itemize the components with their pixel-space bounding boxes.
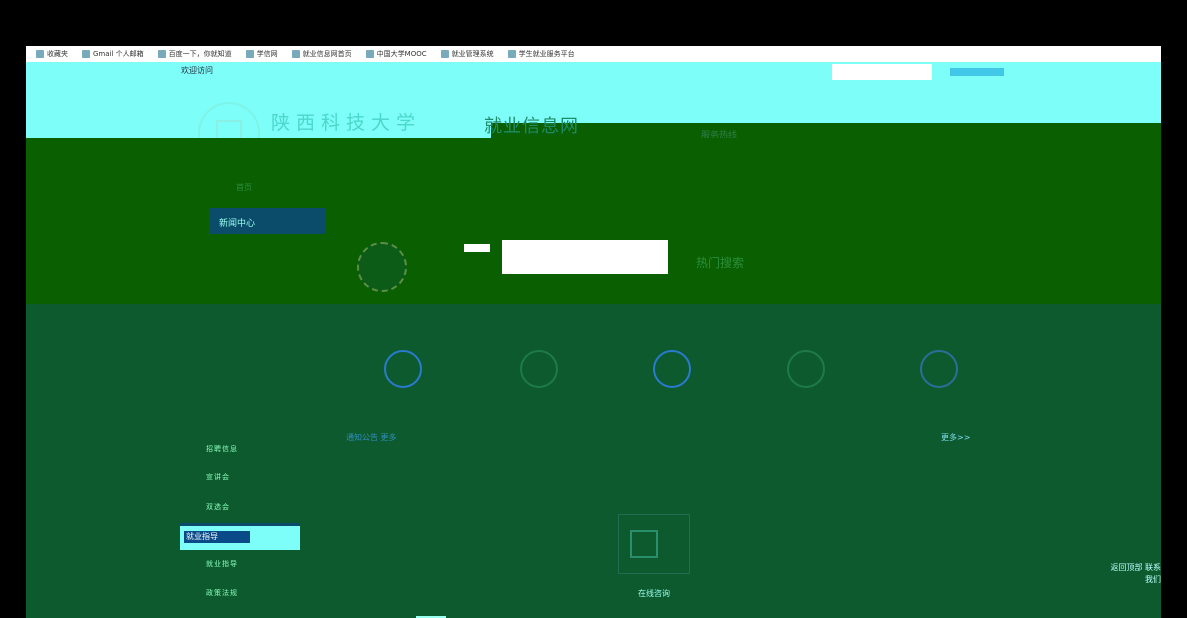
bookmark-icon: [245, 50, 254, 58]
bookmark-item[interactable]: 就业管理系统: [440, 49, 494, 59]
sidebar-item-policy[interactable]: 政策法规: [206, 588, 238, 598]
bookmark-item[interactable]: 就业信息网首页: [291, 49, 352, 59]
search-category-select[interactable]: [464, 244, 490, 252]
sidebar-active-tag[interactable]: 就业指导: [184, 531, 250, 543]
welcome-text: 欢迎访问: [181, 66, 213, 75]
hot-search-label: 热门搜索: [696, 256, 745, 270]
back-to-top-link[interactable]: 返回顶部 联系我们: [1104, 562, 1161, 586]
service-circle-icon[interactable]: [384, 350, 422, 388]
more-link[interactable]: 更多>>: [941, 432, 970, 443]
top-link[interactable]: [950, 68, 1004, 76]
header-underbar: [491, 123, 1161, 138]
bookmark-item[interactable]: 学信网: [245, 49, 278, 59]
bookmark-item[interactable]: 收藏夹: [36, 49, 68, 59]
browser-title-bar: [0, 0, 1187, 46]
service-circle-icon[interactable]: [920, 350, 958, 388]
search-input[interactable]: [502, 240, 668, 274]
sidebar-item-talk[interactable]: 宣讲会: [206, 472, 230, 482]
sidebar-item-fair[interactable]: 双选会: [206, 502, 230, 512]
bookmark-icon: [36, 50, 44, 58]
bookmark-item[interactable]: Gmail 个人邮箱: [82, 49, 144, 59]
bookmark-icon: [365, 50, 374, 58]
bookmark-icon: [291, 50, 300, 58]
bookmarks-bar: 收藏夹 Gmail 个人邮箱 百度一下，你就知道 学信网 就业信息网首页 中国大…: [26, 46, 1161, 62]
service-circle-icon[interactable]: [520, 350, 558, 388]
emblem-icon: [357, 242, 407, 292]
content-area: [26, 304, 1161, 618]
bookmark-item[interactable]: 学生就业服务平台: [507, 49, 575, 59]
school-name: 陕西科技大学: [271, 112, 422, 134]
nav-news-button[interactable]: 新闻中心: [209, 208, 326, 234]
bookmark-icon: [507, 50, 516, 58]
bookmark-item[interactable]: 百度一下，你就知道: [157, 49, 232, 59]
chat-icon: [630, 530, 658, 558]
consult-label[interactable]: 在线咨询: [638, 588, 670, 599]
sidebar-item-guide[interactable]: 就业指导: [206, 559, 238, 569]
service-circle-icon[interactable]: [653, 350, 691, 388]
bookmark-icon: [82, 50, 90, 58]
web-page: 欢迎访问 陕西科技大学 就业信息网 服务热线 首页 新闻中心 热门搜索 通知公告…: [26, 62, 1161, 618]
bookmark-item[interactable]: 中国大学MOOC: [365, 49, 427, 59]
hero-banner: [26, 138, 1161, 304]
service-circle-icon[interactable]: [787, 350, 825, 388]
news-section-link[interactable]: 通知公告 更多: [346, 432, 397, 443]
nav-home[interactable]: 首页: [236, 182, 252, 193]
bookmark-icon: [157, 50, 166, 58]
sidebar-item-recruit[interactable]: 招聘信息: [206, 444, 238, 454]
site-title: 就业信息网: [484, 116, 579, 137]
bookmark-icon: [440, 50, 449, 58]
